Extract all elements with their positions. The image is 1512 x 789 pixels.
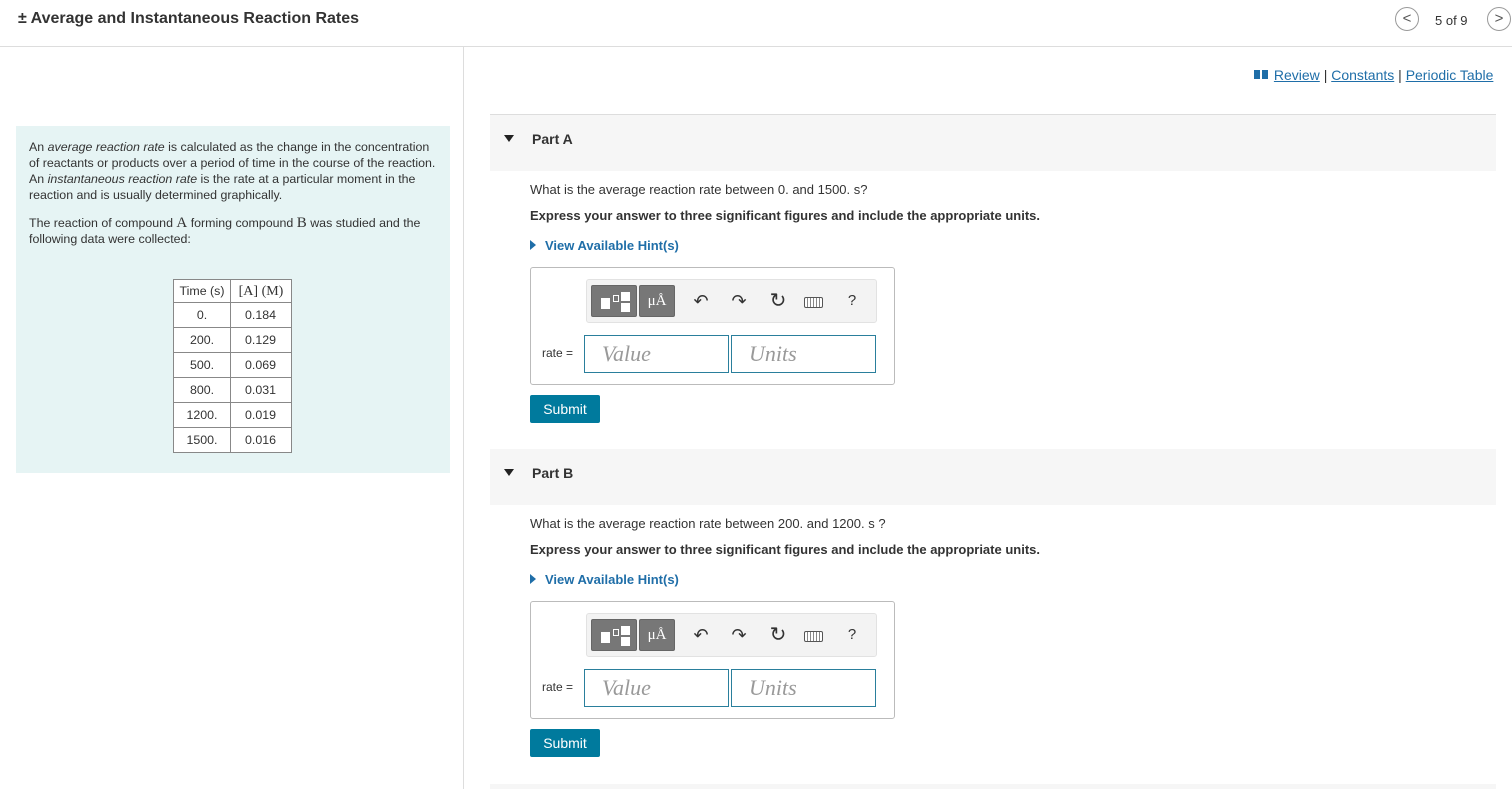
rate-label: rate = bbox=[542, 680, 574, 694]
templates-icon[interactable] bbox=[591, 619, 637, 651]
table-row: 0. 0.184 bbox=[173, 302, 292, 328]
expand-triangle-icon bbox=[530, 240, 536, 250]
part-b-answer-box: μÅ ↶ ↷ ↻ ? rate = Value Units bbox=[530, 601, 895, 719]
part-b-submit-button[interactable]: Submit bbox=[530, 729, 600, 757]
keyboard-icon[interactable] bbox=[804, 297, 823, 308]
help-icon[interactable]: ? bbox=[841, 621, 863, 649]
chevron-left-icon: < bbox=[1402, 10, 1412, 27]
constants-link[interactable]: Constants bbox=[1331, 67, 1394, 83]
templates-icon[interactable] bbox=[591, 285, 637, 317]
collapse-triangle-icon bbox=[504, 135, 514, 142]
header-concentration: [A] (M) bbox=[230, 279, 292, 303]
rate-label: rate = bbox=[542, 346, 574, 360]
table-row: 1200. 0.019 bbox=[173, 402, 292, 428]
periodic-table-link[interactable]: Periodic Table bbox=[1406, 67, 1494, 83]
chevron-right-icon: > bbox=[1494, 10, 1504, 27]
header-time: Time (s) bbox=[173, 279, 231, 303]
math-toolbar: μÅ ↶ ↷ ↻ ? bbox=[586, 279, 877, 323]
table-row: 500. 0.069 bbox=[173, 352, 292, 378]
top-bar: ± Average and Instantaneous Reaction Rat… bbox=[0, 0, 1512, 47]
pager-count: 5 of 9 bbox=[1435, 13, 1468, 28]
table-row: 200. 0.129 bbox=[173, 327, 292, 353]
part-a-answer-box: μÅ ↶ ↷ ↻ ? rate = Value Units bbox=[530, 267, 895, 385]
review-link[interactable]: Review bbox=[1274, 67, 1320, 83]
undo-icon[interactable]: ↶ bbox=[690, 621, 712, 649]
reset-icon[interactable]: ↻ bbox=[767, 621, 789, 649]
table-row: 800. 0.031 bbox=[173, 377, 292, 403]
redo-icon[interactable]: ↷ bbox=[728, 287, 750, 315]
next-item-button[interactable]: > bbox=[1487, 7, 1511, 31]
table-row: 1500. 0.016 bbox=[173, 427, 292, 453]
next-part-edge bbox=[490, 784, 1496, 789]
part-a-submit-button[interactable]: Submit bbox=[530, 395, 600, 423]
prev-item-button[interactable]: < bbox=[1395, 7, 1419, 31]
expand-triangle-icon bbox=[530, 574, 536, 584]
intro-panel: An average reaction rate is calculated a… bbox=[16, 126, 450, 473]
part-b-hint-toggle[interactable]: View Available Hint(s) bbox=[530, 572, 679, 587]
data-table: Time (s) [A] (M) 0. 0.184 200. 0.129 500. 0… bbox=[173, 279, 292, 453]
book-icon bbox=[1254, 70, 1268, 79]
part-a-header[interactable]: Part A bbox=[490, 115, 1496, 171]
part-b-instructions: Express your answer to three significant… bbox=[530, 542, 1040, 557]
part-b-label: Part B bbox=[532, 465, 574, 481]
keyboard-icon[interactable] bbox=[804, 631, 823, 642]
units-icon[interactable]: μÅ bbox=[639, 285, 675, 317]
value-input[interactable]: Value bbox=[584, 335, 729, 373]
intro-paragraph-2: The reaction of compound A forming compo… bbox=[29, 215, 421, 246]
table-header-row: Time (s) [A] (M) bbox=[173, 279, 292, 303]
units-input[interactable]: Units bbox=[731, 669, 876, 707]
collapse-triangle-icon bbox=[504, 469, 514, 476]
part-b-header[interactable]: Part B bbox=[490, 449, 1496, 505]
units-icon[interactable]: μÅ bbox=[639, 619, 675, 651]
value-input[interactable]: Value bbox=[584, 669, 729, 707]
page-title: ± Average and Instantaneous Reaction Rat… bbox=[18, 10, 360, 27]
reset-icon[interactable]: ↻ bbox=[767, 287, 789, 315]
part-a-question: What is the average reaction rate betwee… bbox=[530, 182, 868, 197]
part-a-label: Part A bbox=[532, 131, 573, 147]
undo-icon[interactable]: ↶ bbox=[690, 287, 712, 315]
panel-divider bbox=[463, 47, 464, 789]
resource-links: Review | Constants | Periodic Table bbox=[1254, 67, 1493, 83]
help-icon[interactable]: ? bbox=[841, 287, 863, 315]
redo-icon[interactable]: ↷ bbox=[728, 621, 750, 649]
part-a-instructions: Express your answer to three significant… bbox=[530, 208, 1040, 223]
intro-paragraph-1: An average reaction rate is calculated a… bbox=[29, 140, 436, 202]
part-a-hint-toggle[interactable]: View Available Hint(s) bbox=[530, 238, 679, 253]
units-input[interactable]: Units bbox=[731, 335, 876, 373]
math-toolbar: μÅ ↶ ↷ ↻ ? bbox=[586, 613, 877, 657]
part-b-question: What is the average reaction rate betwee… bbox=[530, 516, 886, 531]
